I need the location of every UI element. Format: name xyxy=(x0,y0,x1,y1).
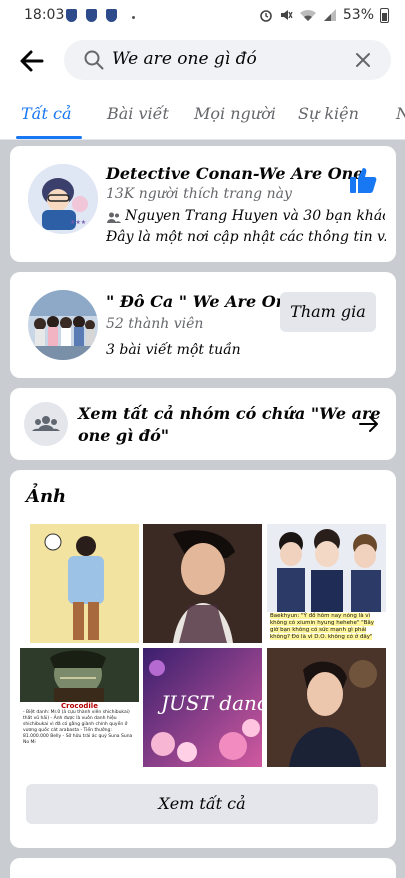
photo-thumbnail[interactable]: JUST dancing xyxy=(143,648,262,767)
friends-icon xyxy=(107,212,121,223)
wifi-icon xyxy=(299,9,316,21)
see-groups-line2: one gì đó" xyxy=(78,426,170,445)
photo-thumbnail[interactable] xyxy=(20,524,139,643)
next-result-card xyxy=(10,858,396,878)
group-avatar xyxy=(28,290,98,360)
like-icon[interactable] xyxy=(349,166,379,194)
search-query: We are one gì đó xyxy=(112,49,257,69)
see-groups-line1: Xem tất cả nhóm có chứa "We are xyxy=(78,404,381,423)
photo-caption-title: Crocodile xyxy=(61,702,98,710)
tab-people[interactable]: Mọi người xyxy=(194,104,276,123)
photo-image xyxy=(267,524,386,612)
arrow-left-icon xyxy=(20,50,44,72)
tab-all[interactable]: Tất cả xyxy=(21,104,72,123)
mute-icon xyxy=(280,10,293,20)
photo-thumbnail[interactable]: Crocodile - Biệt danh: Mr.0 (ả cựu thành… xyxy=(20,648,139,767)
app-notification-icon xyxy=(86,9,97,22)
status-time: 18:03 xyxy=(24,7,65,23)
group-photo-image xyxy=(28,290,98,360)
photo-image: JUST dancing xyxy=(143,648,262,767)
battery-icon xyxy=(380,7,389,23)
group-activity: 3 bài viết một tuần xyxy=(106,342,241,358)
back-button[interactable] xyxy=(18,48,46,74)
join-group-button[interactable]: Tham gia xyxy=(280,292,376,332)
search-icon xyxy=(84,50,104,70)
see-all-photos-button[interactable]: Xem tất cả xyxy=(26,784,378,824)
tab-events[interactable]: Sự kiện xyxy=(298,104,359,123)
conan-avatar-image: ★★★ xyxy=(28,164,98,234)
search-input[interactable]: We are one gì đó xyxy=(64,40,391,80)
clear-icon[interactable] xyxy=(353,50,373,70)
battery-percent: 53% xyxy=(342,7,374,23)
page-friends: Nguyen Trang Huyen và 30 bạn khác... xyxy=(125,208,385,224)
page-likes: 13K người thích trang này xyxy=(106,186,292,202)
search-header: We are one gì đó xyxy=(0,32,405,90)
page-description: Đây là một nơi cập nhật các thông tin v.… xyxy=(106,229,386,245)
tab-more[interactable]: N xyxy=(396,104,405,123)
photos-heading: Ảnh xyxy=(26,486,67,507)
svg-text:★★★: ★★★ xyxy=(70,219,86,226)
photo-thumbnail[interactable] xyxy=(143,524,262,643)
group-title[interactable]: " Đô Ca " We Are One! xyxy=(106,292,305,311)
groups-icon xyxy=(32,416,60,431)
page-result-card[interactable]: ★★★ Detective Conan-We Are One 13K người… xyxy=(10,146,396,262)
app-notification-icon xyxy=(66,9,77,22)
photo-image xyxy=(20,524,139,643)
photo-image xyxy=(143,524,262,643)
page-avatar: ★★★ xyxy=(28,164,98,234)
tab-posts[interactable]: Bài viết xyxy=(107,104,169,123)
arrow-right-icon xyxy=(359,416,378,432)
photo-thumbnail[interactable] xyxy=(267,648,386,767)
photos-card: Ảnh Baekhyun: "Ý đồ hôm nay nóng là vì k… xyxy=(10,470,396,848)
photo-thumbnail[interactable]: Baekhyun: "Ý đồ hôm nay nóng là vì không… xyxy=(267,524,386,643)
groups-icon-circle xyxy=(24,402,68,446)
filter-tabs: Tất cả Bài viết Mọi người Sự kiện N xyxy=(0,90,405,140)
group-result-card[interactable]: " Đô Ca " We Are One! 52 thành viên 3 bà… xyxy=(10,272,396,378)
app-notification-icon xyxy=(106,9,117,22)
photo-overlay-text: JUST dancing xyxy=(157,691,262,715)
status-bar: 18:03 53% xyxy=(0,0,405,32)
photo-caption: - Biệt danh: Mr.0 (ả cựu thành viên shic… xyxy=(23,710,133,745)
group-members: 52 thành viên xyxy=(106,316,204,332)
signal-icon xyxy=(323,9,336,21)
see-all-groups-row[interactable]: Xem tất cả nhóm có chứa "We are one gì đ… xyxy=(10,388,396,460)
photo-image xyxy=(267,648,386,767)
active-tab-indicator xyxy=(16,136,82,139)
photo-caption: Baekhyun: "Ý đồ hôm nay nóng là vì không… xyxy=(270,613,375,640)
photo-image xyxy=(20,648,139,702)
page-title[interactable]: Detective Conan-We Are One xyxy=(106,164,363,183)
alarm-icon xyxy=(260,10,272,22)
more-notifications-icon xyxy=(132,16,135,19)
